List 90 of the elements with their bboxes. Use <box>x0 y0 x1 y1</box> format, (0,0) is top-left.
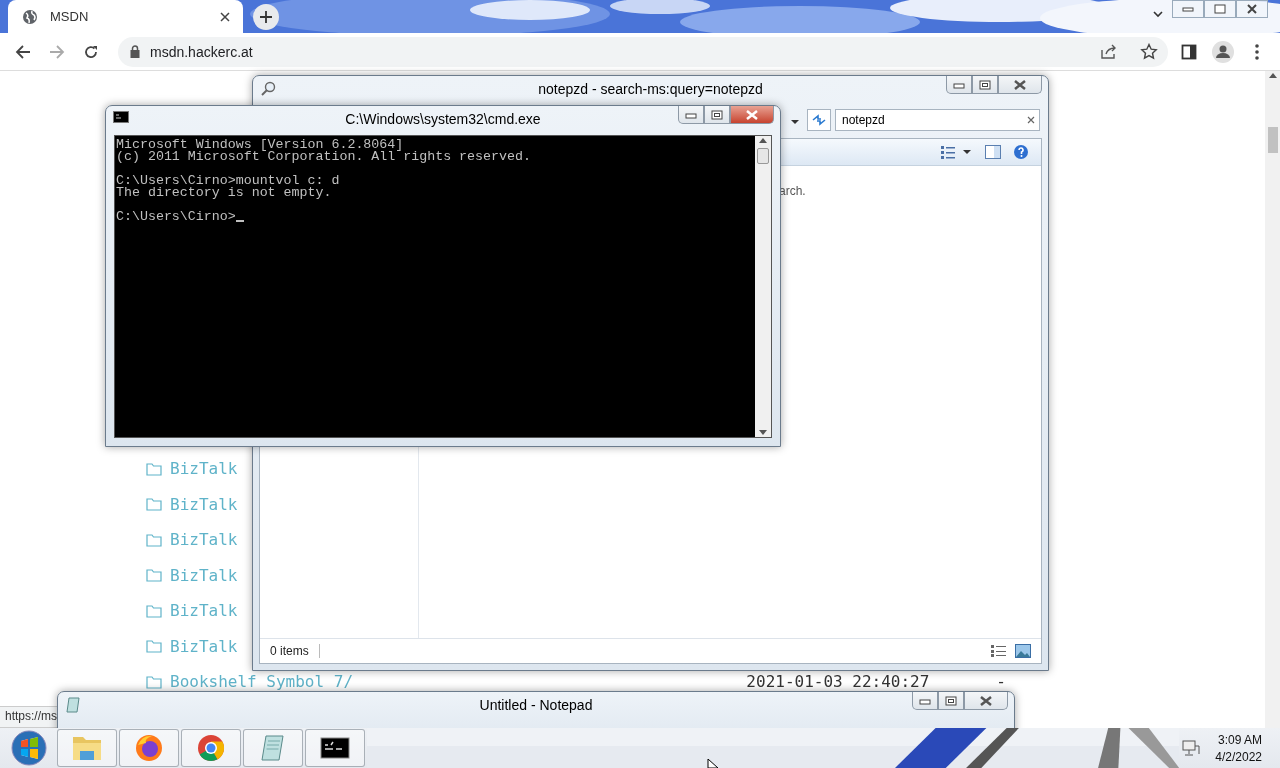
close-button[interactable] <box>730 106 774 124</box>
back-arrow-icon <box>15 43 31 60</box>
taskbar-app-button[interactable] <box>305 729 365 767</box>
clear-search-button[interactable] <box>1027 116 1035 124</box>
close-icon <box>1246 4 1258 14</box>
view-options-button[interactable] <box>941 145 973 159</box>
item-count: 0 items <box>270 644 320 658</box>
share-icon[interactable] <box>1100 43 1118 60</box>
refresh-icon <box>811 113 827 127</box>
scrollbar-thumb[interactable] <box>1267 127 1278 153</box>
size-text: - <box>996 672 1006 692</box>
folder-link[interactable]: BizTalk <box>170 601 238 621</box>
folder-icon <box>146 568 162 583</box>
mouse-cursor-icon <box>707 759 719 768</box>
folder-link[interactable]: Bookshelf Symbol 7/ <box>170 672 354 692</box>
maximize-icon <box>945 695 957 706</box>
window-title: C:\Windows\system32\cmd.exe <box>345 111 541 127</box>
scrollbar[interactable] <box>755 136 771 437</box>
date-text: 2021-01-03 22:40:27 <box>746 672 931 692</box>
details-view-icon <box>991 644 1007 658</box>
minimize-icon <box>919 696 931 705</box>
close-icon <box>1013 79 1027 90</box>
thumbnail-view-button[interactable] <box>1015 644 1031 658</box>
maximize-icon <box>979 79 991 90</box>
folder-link[interactable]: BizTalk <box>170 636 238 656</box>
plus-icon <box>259 9 273 24</box>
window-title: notepzd - search-ms:query=notepzd <box>538 81 763 97</box>
avatar-icon <box>1212 40 1234 63</box>
folder-icon <box>146 639 162 654</box>
side-panel-icon <box>1181 43 1197 60</box>
clock-date: 4/2/2022 <box>1215 749 1262 764</box>
refresh-button[interactable] <box>807 109 831 131</box>
preview-pane-icon <box>985 145 1001 159</box>
maximize-button[interactable] <box>938 692 964 710</box>
scroll-down-icon[interactable] <box>758 429 768 437</box>
firefox-icon <box>134 733 164 763</box>
notepad-icon <box>65 697 81 713</box>
clock-time: 3:09 AM <box>1217 732 1262 747</box>
folder-icon <box>146 497 162 512</box>
folder-icon <box>146 532 162 547</box>
maximize-button[interactable] <box>972 76 998 94</box>
folder-icon <box>146 603 162 618</box>
menu-icon <box>1255 43 1259 60</box>
reload-icon <box>83 43 99 60</box>
close-icon <box>220 11 230 22</box>
minimize-icon <box>685 110 697 119</box>
scrollbar-thumb[interactable] <box>757 148 769 164</box>
close-button[interactable] <box>1236 0 1268 18</box>
chrome-icon <box>196 733 226 763</box>
console-output: Microsoft Windows [Version 6.2.8064] (c) 2011 Microsoft Corporation. All rights reserved. C:\Users\Cirno>mountvol c: d The directory is not empty. C:\Users\Cirno> <box>115 136 532 226</box>
preview-pane-button[interactable] <box>985 145 1001 159</box>
list-view-icon <box>941 145 973 159</box>
maximize-icon <box>1214 4 1226 14</box>
profile-button[interactable] <box>1210 38 1236 65</box>
caret-icon <box>790 118 800 125</box>
maximize-icon <box>711 109 723 120</box>
close-button[interactable] <box>964 692 1008 710</box>
close-button[interactable] <box>998 76 1042 94</box>
search-icon <box>260 81 276 97</box>
close-icon <box>979 695 993 706</box>
close-icon <box>745 109 759 120</box>
text-cursor <box>235 220 244 222</box>
star-icon[interactable] <box>1140 42 1158 61</box>
folder-link[interactable]: BizTalk <box>170 459 238 479</box>
folder-link[interactable]: BizTalk <box>170 530 238 550</box>
folder-link[interactable]: BizTalk <box>170 494 238 514</box>
window-title: Untitled - Notepad <box>479 697 593 713</box>
console-icon <box>320 737 350 759</box>
folder-icon <box>146 461 162 476</box>
console-icon <box>113 111 129 123</box>
folder-icon <box>146 674 162 689</box>
close-icon <box>1027 116 1035 124</box>
minimize-icon <box>1182 5 1194 13</box>
folder-link[interactable]: BizTalk <box>170 565 238 585</box>
search-field[interactable]: notepzd <box>835 109 1040 131</box>
thumbnail-view-icon <box>1015 644 1031 658</box>
lock-icon <box>130 45 140 58</box>
scroll-up-icon[interactable] <box>758 136 768 144</box>
maximize-button[interactable] <box>704 106 730 124</box>
address-bar[interactable]: msdn.hackerc.at <box>118 36 1168 67</box>
help-button[interactable] <box>1013 144 1029 160</box>
minimize-icon <box>953 80 965 89</box>
globe-icon <box>22 8 38 25</box>
scrollbar[interactable] <box>1265 71 1280 728</box>
help-icon <box>1013 144 1029 160</box>
forward-arrow-icon <box>49 43 65 60</box>
browser-tab[interactable]: MSDN <box>8 0 243 33</box>
network-icon[interactable] <box>1181 738 1202 758</box>
details-view-button[interactable] <box>991 644 1007 658</box>
windows-logo-icon <box>9 728 49 768</box>
